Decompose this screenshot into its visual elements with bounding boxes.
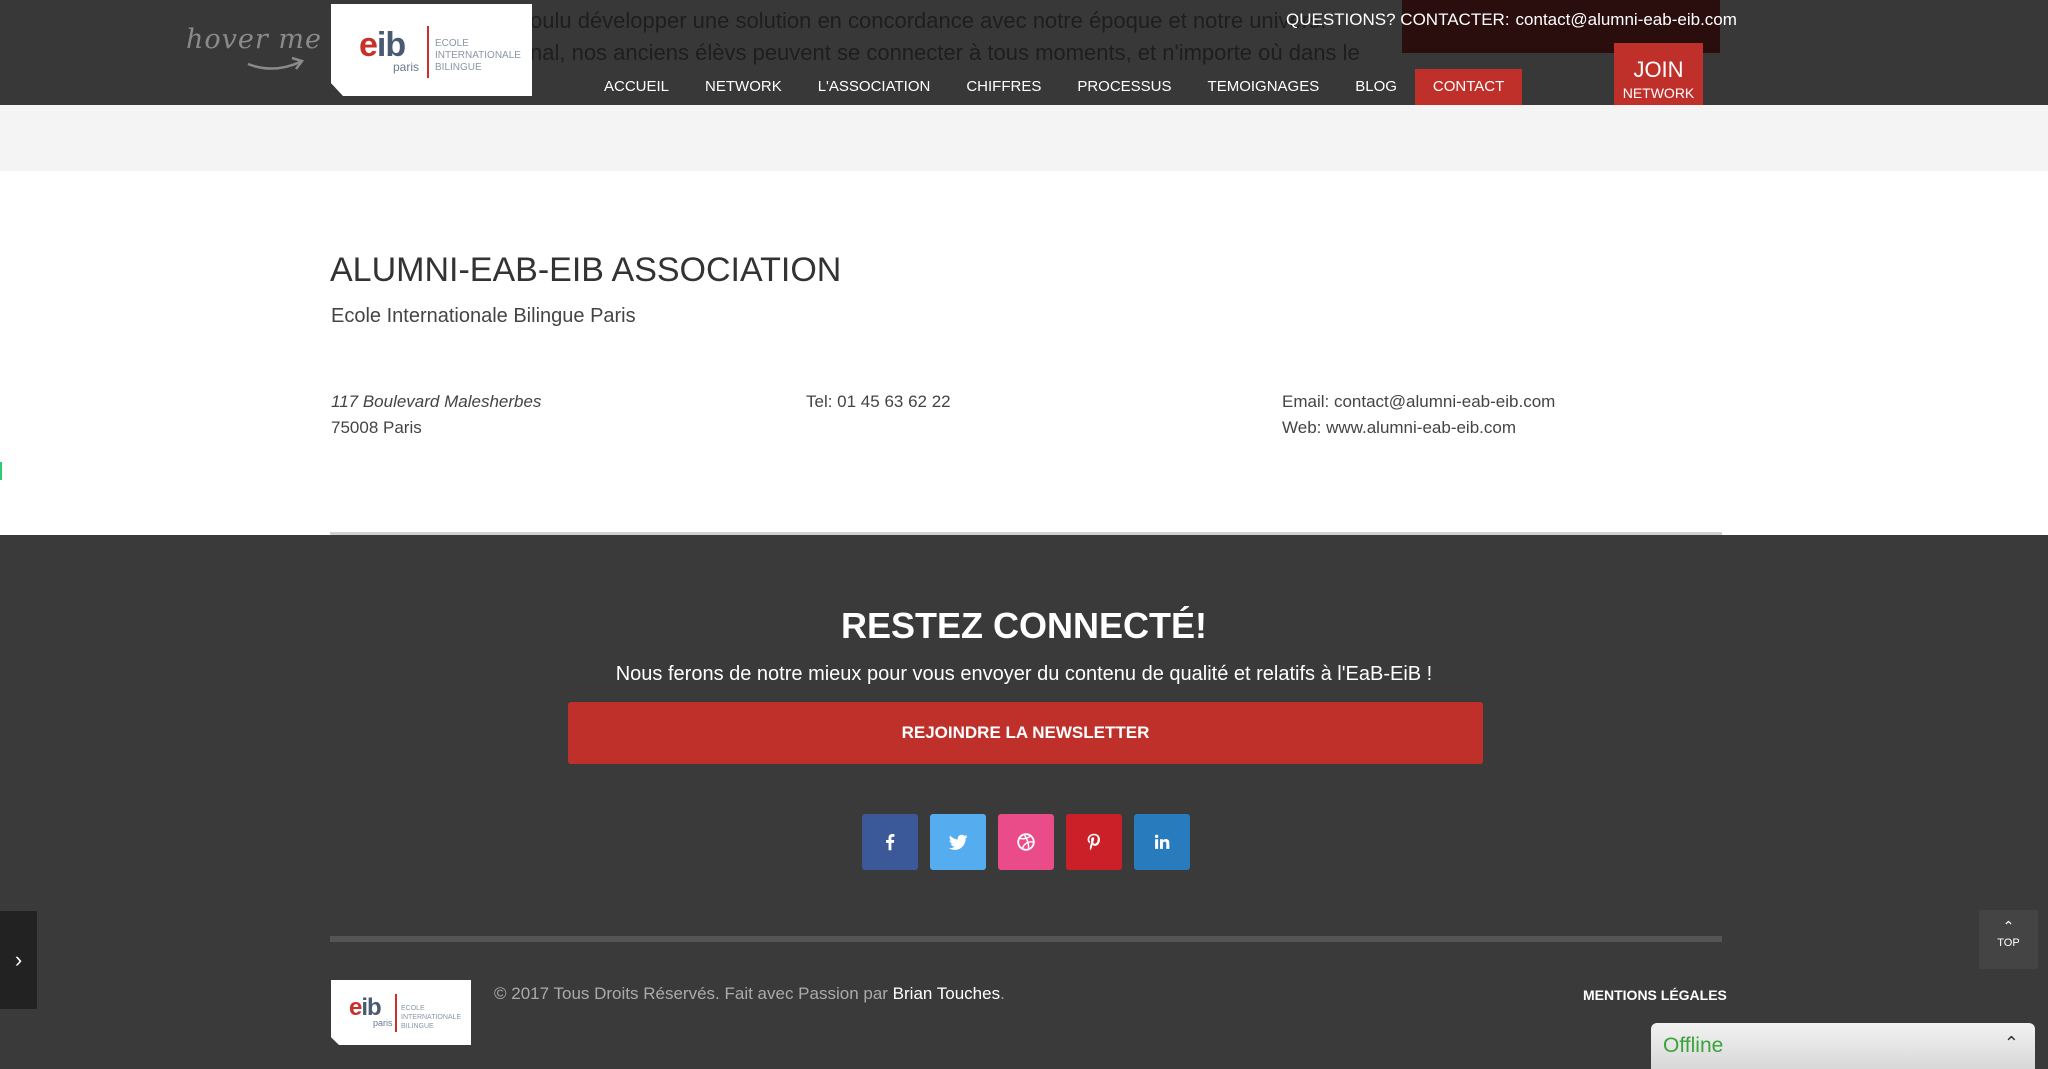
main-navigation: ACCUEIL NETWORK L'ASSOCIATION CHIFFRES PROCE…	[586, 69, 1523, 105]
logo-school-name: Ecole Internationale Bilingue	[401, 1005, 462, 1030]
email-web-block: Email: contact@alumni-eab-eib.com Web: w…	[1282, 389, 1555, 441]
footer-subtitle: Nous ferons de notre mieux pour vous env…	[615, 663, 1433, 685]
nav-item-network[interactable]: NETWORK	[687, 69, 800, 105]
logo-school-name: Ecole Internationale Bilingue	[435, 38, 521, 73]
phone-number: Tel: 01 45 63 62 22	[806, 392, 951, 411]
page: hover me oulu développer une solution en…	[0, 0, 2048, 1069]
curved-arrow-icon	[247, 56, 305, 70]
questions-label: QUESTIONS? CONTACTER:	[1286, 10, 1510, 29]
pinterest-icon	[1087, 833, 1100, 851]
twitter-button[interactable]	[930, 814, 986, 870]
website-address[interactable]: Web: www.alumni-eab-eib.com	[1282, 415, 1555, 441]
address-street: 117 Boulevard Malesherbes	[331, 392, 542, 411]
nav-item-blog[interactable]: BLOG	[1337, 69, 1415, 105]
facebook-button[interactable]	[862, 814, 918, 870]
nav-item-chiffres[interactable]: CHIFFRES	[948, 69, 1059, 105]
twitter-icon	[948, 834, 968, 850]
nav-item-temoignages[interactable]: TEMOIGNAGES	[1190, 69, 1338, 105]
join-label: JOIN	[1633, 57, 1684, 82]
newsletter-button[interactable]: REJOINDRE LA NEWSLETTER	[568, 702, 1483, 764]
logo-city: paris	[393, 60, 420, 74]
top-label: TOP	[1997, 937, 2020, 949]
contact-email-link[interactable]: contact@alumni-eab-eib.com	[1516, 10, 1737, 29]
address-city: 75008 Paris	[331, 418, 422, 437]
logo-divider	[427, 26, 429, 78]
background-intro-text: oulu développer une solution en concorda…	[530, 8, 1327, 33]
site-header: hover me oulu développer une solution en…	[0, 0, 2048, 120]
chat-status: Offline	[1663, 1034, 1724, 1057]
legal-notice-link[interactable]: MENTIONS LÉGALES	[1583, 987, 1727, 1003]
nav-item-processus[interactable]: PROCESSUS	[1059, 69, 1189, 105]
dribbble-icon	[1017, 833, 1035, 851]
footer-divider	[330, 936, 1722, 942]
association-subtitle: Ecole Internationale Bilingue Paris	[331, 305, 636, 327]
chevron-up-icon: ⌃	[2002, 918, 2015, 934]
logo-divider	[395, 994, 397, 1032]
back-to-top-button[interactable]: ⌃ TOP	[1979, 910, 2038, 969]
chevron-up-icon: ⌃	[2003, 1033, 2019, 1053]
footer-title: RESTEZ CONNECTÉ!	[840, 605, 1207, 646]
site-footer: RESTEZ CONNECTÉ! Nous ferons de notre mi…	[0, 535, 2048, 1069]
chevron-right-icon: ›	[14, 947, 23, 972]
dribbble-button[interactable]	[998, 814, 1054, 870]
facebook-icon	[886, 834, 895, 851]
background-intro-text: nal, nos anciens élèvs peuvent se connec…	[530, 40, 1360, 65]
social-links	[862, 814, 1190, 870]
linkedin-button[interactable]	[1134, 814, 1190, 870]
light-band	[0, 105, 2048, 171]
association-title: ALUMNI-EAB-EIB ASSOCIATION	[330, 251, 842, 289]
side-panel-toggle[interactable]: ›	[0, 911, 37, 1009]
footer-logo[interactable]: eib paris Ecole Internationale Bilingue	[331, 980, 471, 1045]
phone-block: Tel: 01 45 63 62 22	[806, 389, 951, 415]
hover-me-label: hover me	[186, 24, 322, 55]
email-address[interactable]: Email: contact@alumni-eab-eib.com	[1282, 389, 1555, 415]
logo-city: paris	[373, 1018, 393, 1028]
edge-indicator	[0, 462, 2, 480]
copyright-text: © 2017 Tous Droits Réservés. Fait avec P…	[494, 984, 1005, 1003]
nav-item-accueil[interactable]: ACCUEIL	[586, 69, 687, 105]
linkedin-icon	[1154, 834, 1170, 849]
association-info: ALUMNI-EAB-EIB ASSOCIATION Ecole Interna…	[0, 171, 2048, 535]
pinterest-button[interactable]	[1066, 814, 1122, 870]
nav-item-contact[interactable]: CONTACT	[1414, 69, 1523, 105]
network-label: NETWORK	[1622, 85, 1695, 101]
questions-contact: QUESTIONS? CONTACTER: contact@alumni-eab-…	[1286, 10, 1737, 30]
author-link[interactable]: Brian Touches	[893, 984, 1000, 1003]
address-block: 117 Boulevard Malesherbes 75008 Paris	[331, 389, 541, 441]
site-logo[interactable]: eib paris Ecole Internationale Bilingue	[331, 4, 532, 96]
chat-widget[interactable]: Offline ⌃	[1651, 1023, 2035, 1069]
nav-item-l-association[interactable]: L'ASSOCIATION	[800, 69, 949, 105]
